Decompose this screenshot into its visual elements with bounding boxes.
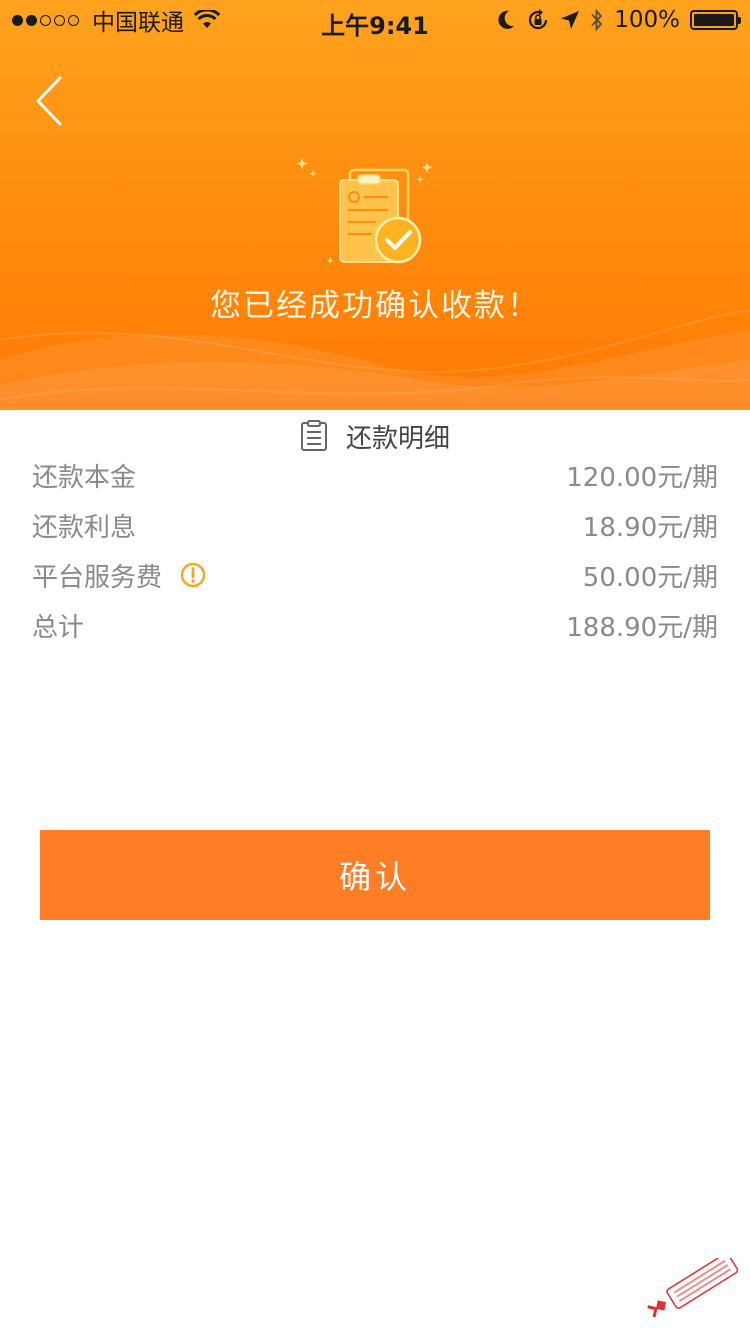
rotation-lock-icon bbox=[529, 9, 548, 30]
detail-value: 18.90元/期 bbox=[582, 512, 718, 543]
info-icon[interactable] bbox=[180, 562, 206, 588]
location-icon bbox=[561, 11, 580, 29]
detail-label: 还款本金 bbox=[32, 462, 137, 493]
detail-row-principal: 还款本金 120.00元/期 bbox=[0, 450, 750, 500]
detail-value: 50.00元/期 bbox=[582, 562, 718, 593]
repayment-details-list: 还款本金 120.00元/期 还款利息 18.90元/期 平台服务费 50.00… bbox=[0, 450, 750, 650]
bluetooth-icon bbox=[591, 8, 603, 32]
detail-value: 120.00元/期 bbox=[566, 462, 718, 493]
section-title-text: 还款明细 bbox=[345, 423, 450, 454]
clipboard-check-icon bbox=[296, 158, 433, 264]
detail-row-interest: 还款利息 18.90元/期 bbox=[0, 500, 750, 550]
watermark-logo bbox=[647, 1258, 739, 1318]
success-header: 中国联通 上午9:41 100% 您已经成功确认收款！ bbox=[0, 0, 750, 410]
detail-value: 188.90元/期 bbox=[566, 612, 718, 643]
detail-label: 平台服务费 bbox=[32, 562, 163, 593]
moon-icon bbox=[498, 10, 515, 29]
detail-row-service-fee: 平台服务费 50.00元/期 bbox=[0, 550, 750, 600]
document-icon bbox=[300, 420, 327, 451]
confirm-button[interactable]: 确认 bbox=[40, 830, 710, 920]
status-bar: 中国联通 上午9:41 100% bbox=[0, 0, 750, 40]
detail-row-total: 总计 188.90元/期 bbox=[0, 600, 750, 650]
detail-label: 还款利息 bbox=[32, 512, 137, 543]
detail-label: 总计 bbox=[32, 612, 85, 643]
payment-confirm-page: 中国联通 上午9:41 100% 您已经成功确认收款！ 还款明细 还款本金 12… bbox=[0, 0, 750, 1334]
battery-icon bbox=[690, 10, 741, 30]
battery-percent: 100% bbox=[614, 7, 680, 33]
back-button[interactable] bbox=[24, 70, 84, 130]
header-wave-decoration bbox=[0, 309, 750, 410]
